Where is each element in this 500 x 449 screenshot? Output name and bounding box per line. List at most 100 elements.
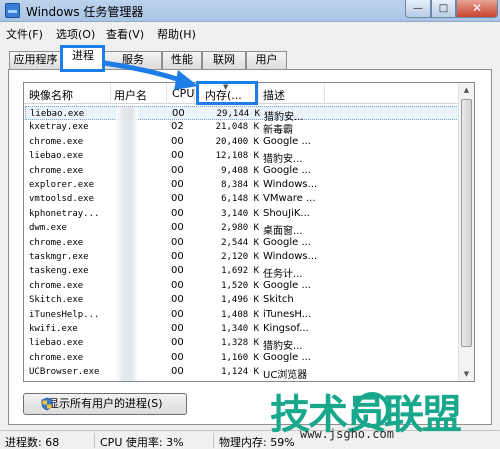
process-name: taskmgr.exe xyxy=(29,252,89,262)
process-description: iTunesH... xyxy=(263,308,312,320)
menu-help[interactable]: 帮助(H) xyxy=(157,26,196,42)
process-description: Google ... xyxy=(263,135,311,147)
process-row[interactable]: kwifi.exe 00 1,340 K Kingsof... xyxy=(25,322,459,336)
process-row[interactable]: liebao.exe 00 12,108 K 猎豹安... xyxy=(25,149,459,165)
process-description: VMware ... xyxy=(263,193,316,205)
cpu-usage: CPU 使用率: 3% xyxy=(100,436,184,449)
process-name: vmtoolsd.exe xyxy=(29,194,95,205)
process-name: liebao.exe xyxy=(30,109,85,119)
menu-view[interactable]: 查看(V) xyxy=(106,26,144,42)
tab-performance[interactable]: 性能 xyxy=(162,51,202,69)
process-name: liebao.exe xyxy=(29,338,84,349)
process-memory: 1,160 K xyxy=(221,352,259,363)
maximize-button[interactable]: □ xyxy=(431,0,456,18)
process-row[interactable]: kxetray.exe 02 21,048 K 新毒霸 xyxy=(25,120,459,136)
process-cpu: 00 xyxy=(171,179,184,190)
process-cpu: 00 xyxy=(171,135,184,147)
process-memory: 2,120 K xyxy=(221,252,259,262)
process-description: Google ... xyxy=(263,351,311,363)
process-description: Google ... xyxy=(263,236,311,248)
process-name: chrome.exe xyxy=(29,280,84,291)
process-cpu: 00 xyxy=(171,222,184,234)
tab-networking[interactable]: 联网 xyxy=(202,51,246,69)
process-row[interactable]: chrome.exe 00 20,400 K Google ... xyxy=(25,135,459,149)
process-cpu: 00 xyxy=(171,323,184,334)
process-cpu: 00 xyxy=(171,381,191,382)
process-memory: 12,108 K xyxy=(215,151,259,162)
tab-applications[interactable]: 应用程序 xyxy=(9,51,62,69)
process-cpu: 00 xyxy=(171,337,184,349)
column-user-name[interactable]: 用户名 xyxy=(114,87,147,103)
process-row[interactable]: Skitch.exe 00 1,496 K Skitch xyxy=(25,293,459,307)
close-button[interactable]: ✕ xyxy=(456,0,498,18)
process-row[interactable]: liebao.exe 00 29,144 K 猎豹安... xyxy=(25,106,459,123)
process-name: chrome.exe xyxy=(29,237,84,248)
process-cpu: 00 xyxy=(171,236,184,248)
process-name: UCBrowser.exe xyxy=(29,367,100,378)
column-separator[interactable] xyxy=(258,83,259,104)
column-separator[interactable] xyxy=(324,83,325,104)
process-row[interactable]: UCBrowser.exe 00 1,124 K UC浏览器 xyxy=(25,365,459,381)
process-memory: 29,144 K xyxy=(216,109,260,119)
process-row[interactable]: explorer.exe 00 8,384 K Windows... xyxy=(25,178,459,192)
process-row[interactable]: chrome.exe 00 9,408 K Google ... xyxy=(25,164,459,178)
process-name: taskeng.exe xyxy=(29,266,89,277)
process-description: Skitch xyxy=(263,294,294,306)
status-divider xyxy=(94,433,95,448)
process-cpu: 00 xyxy=(171,164,184,176)
column-image-name[interactable]: 映像名称 xyxy=(29,87,73,103)
process-memory: 3,140 K xyxy=(221,208,259,219)
process-memory: 1,340 K xyxy=(221,324,259,334)
scroll-up-icon[interactable]: ▲ xyxy=(459,83,474,97)
process-cpu: 00 xyxy=(171,251,184,262)
column-description[interactable]: 描述 xyxy=(263,87,285,103)
process-row[interactable]: vmtoolsd.exe 00 6,148 K VMware ... xyxy=(25,192,459,206)
tab-services[interactable]: 服务 xyxy=(104,51,162,69)
process-row[interactable]: kphonetray... 00 3,140 K ShouJiK... xyxy=(25,207,459,221)
process-row[interactable]: chrome.exe 00 1,160 K Google ... xyxy=(25,351,459,365)
process-memory: 1,124 K xyxy=(221,367,259,378)
process-name: iTunesHelp... xyxy=(29,309,100,320)
process-row[interactable]: chrome.exe 00 1,520 K Google ... xyxy=(25,279,459,293)
process-row[interactable]: liebao.exe 00 1,328 K 猎豹安... xyxy=(25,336,459,352)
process-name: kxetray.exe xyxy=(29,122,89,133)
process-name: chrome.exe xyxy=(29,165,84,176)
process-name: kphonetray... xyxy=(29,208,100,219)
process-memory: 1,328 K xyxy=(221,338,259,349)
process-row[interactable]: iTunesHelp... 00 1,408 K iTunesH... xyxy=(25,308,459,322)
process-count: 进程数: 68 xyxy=(5,436,60,449)
process-row[interactable]: chrome.exe 00 2,544 K Google ... xyxy=(25,236,459,250)
process-list[interactable]: 映像名称 用户名 CPU ▼ 内存(... 描述 liebao.exe 00 29,… xyxy=(23,82,475,382)
column-separator[interactable] xyxy=(110,83,111,104)
column-separator[interactable] xyxy=(166,83,167,104)
process-name: explorer.exe xyxy=(29,180,95,190)
process-name: chrome.exe xyxy=(29,352,84,363)
process-name: dwm.exe xyxy=(29,223,67,234)
window-title: Windows 任务管理器 xyxy=(26,5,144,19)
process-row[interactable]: dwm.exe 00 2,980 K 桌面窗... xyxy=(25,221,459,237)
process-row[interactable]: taskeng.exe 00 1,692 K 任务计... xyxy=(25,264,459,280)
process-cpu: 00 xyxy=(171,265,184,277)
scroll-thumb[interactable] xyxy=(461,99,472,347)
menu-file[interactable]: 文件(F) xyxy=(6,26,43,42)
process-memory: 1,496 K xyxy=(221,295,259,306)
process-cpu: 00 xyxy=(171,308,184,320)
process-memory: 6,148 K xyxy=(221,194,259,205)
uac-shield-icon xyxy=(41,397,53,411)
process-name: kwifi.exe xyxy=(29,324,78,334)
process-cpu: 00 xyxy=(172,108,185,119)
minimize-button[interactable]: — xyxy=(405,0,431,18)
tab-users[interactable]: 用户 xyxy=(246,51,287,69)
process-row[interactable]: taskmgr.exe 00 2,120 K Windows... xyxy=(25,250,459,264)
menu-options[interactable]: 选项(O) xyxy=(56,26,95,42)
process-name: Skitch.exe xyxy=(29,295,84,306)
column-separator[interactable] xyxy=(194,83,195,104)
process-memory: 2,544 K xyxy=(221,237,259,248)
process-memory: 1,520 K xyxy=(221,280,259,291)
process-cpu: 00 xyxy=(171,193,184,205)
process-memory: 21,048 K xyxy=(215,122,259,133)
column-cpu[interactable]: CPU xyxy=(172,87,194,100)
vertical-scrollbar[interactable]: ▲ ▼ xyxy=(458,83,474,381)
scroll-down-icon[interactable]: ▼ xyxy=(459,367,474,381)
process-cpu: 00 xyxy=(171,207,184,219)
